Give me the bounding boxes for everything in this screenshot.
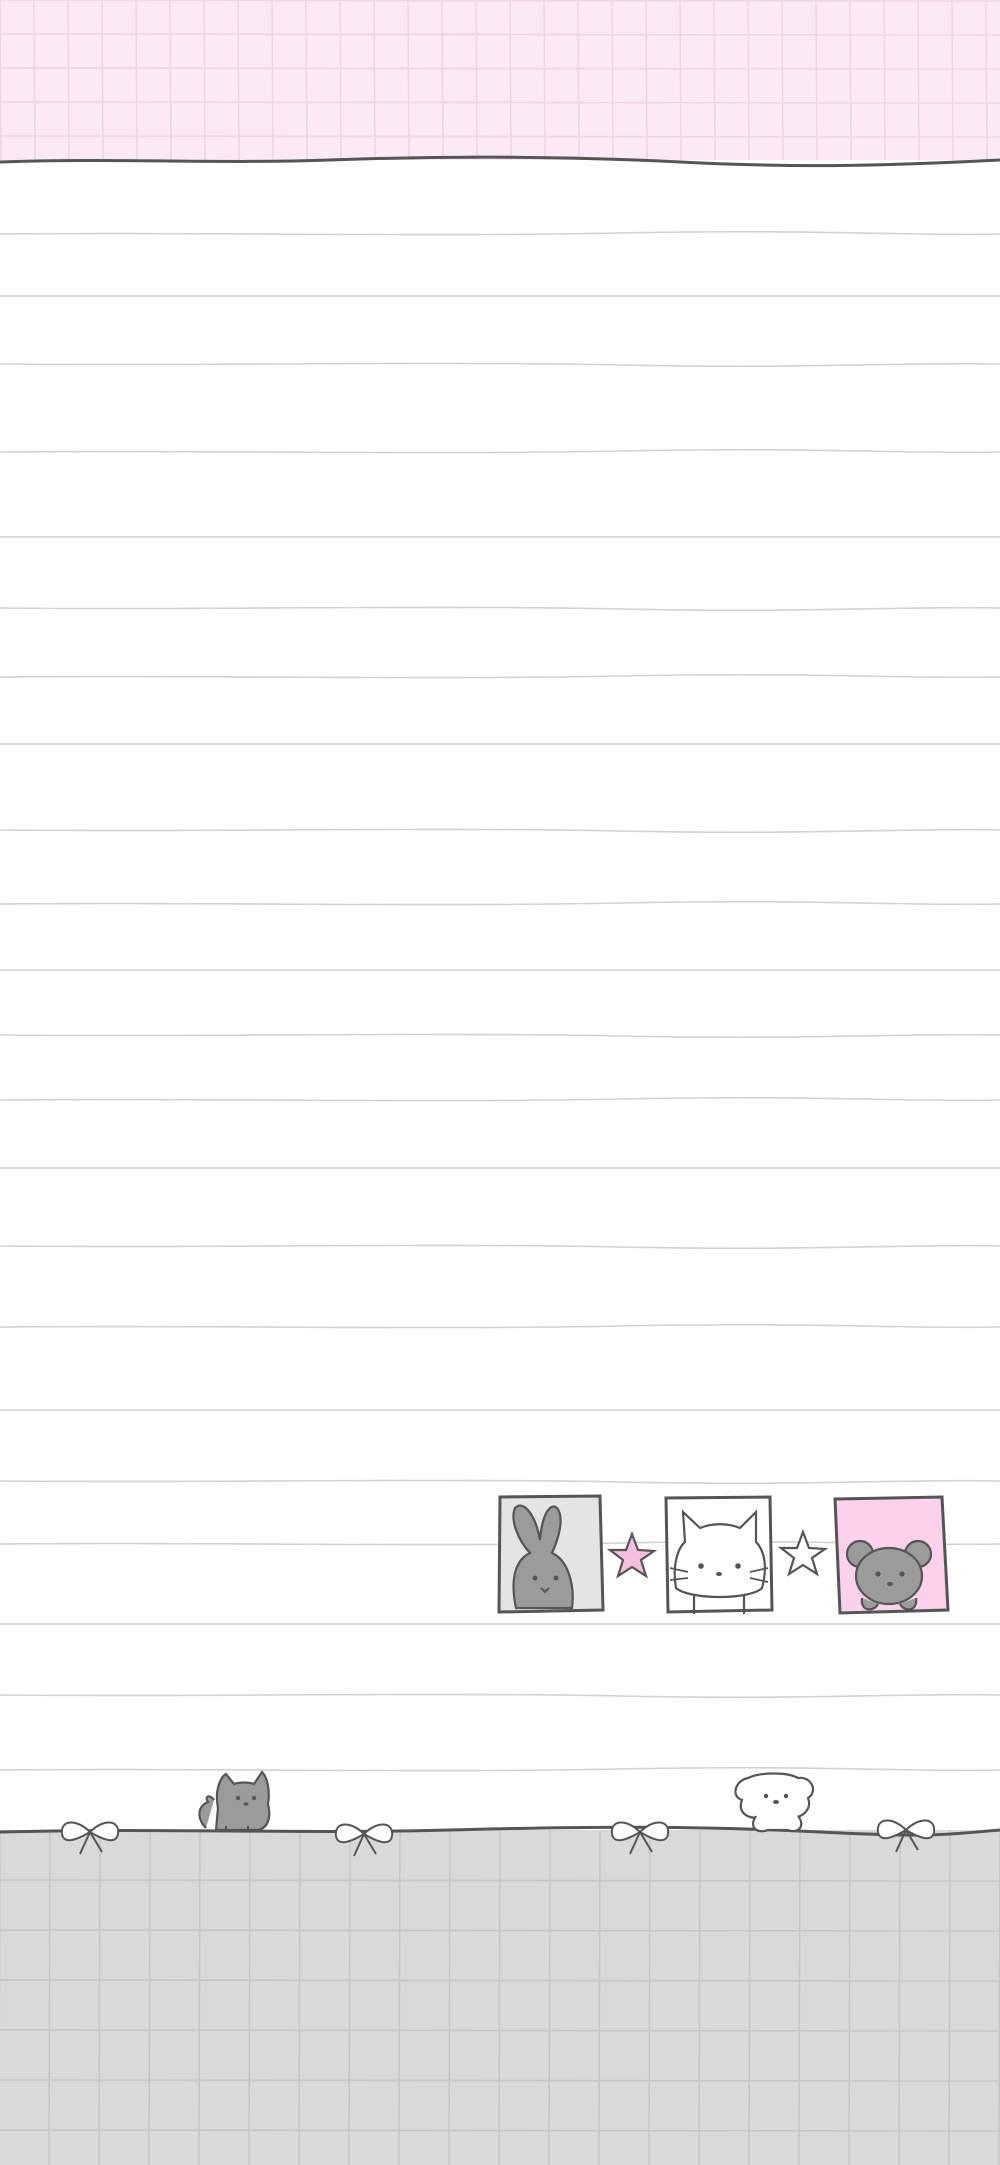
- bear-frame: [833, 1495, 950, 1615]
- white-star-icon: [777, 1528, 829, 1577]
- ruled-line: [0, 1766, 1000, 1772]
- pink-grid-line: [985, 0, 988, 161]
- puppy-icon: [734, 1772, 815, 1833]
- ruled-line: [0, 1096, 1000, 1102]
- ruled-line: [0, 230, 1000, 236]
- pink-star-icon: [606, 1530, 658, 1579]
- pink-grid-line: [781, 0, 784, 161]
- pink-grid-line: [849, 0, 852, 161]
- bunny-frame: [497, 1494, 605, 1614]
- pink-grid-line: [815, 0, 818, 161]
- ruled-line: [0, 900, 1000, 906]
- ruled-line: [0, 1033, 1000, 1039]
- ruled-line: [0, 1693, 1000, 1699]
- pink-grid-line: [917, 0, 920, 161]
- pink-grid-line: [713, 0, 716, 161]
- bottom-gray-grid-band: [0, 1829, 1000, 2165]
- ruled-line: [0, 606, 1000, 612]
- wallpaper: [0, 0, 1000, 2165]
- cat-frame: [664, 1495, 774, 1614]
- ruled-line: [0, 362, 1000, 368]
- pink-grid-line: [951, 0, 954, 161]
- ruled-line: [0, 1244, 1000, 1250]
- pink-grid-line: [883, 0, 886, 161]
- ruled-line: [0, 1323, 1000, 1329]
- ruled-line: [0, 828, 1000, 834]
- top-pink-grid-band: [0, 0, 1000, 161]
- wallpaper-canvas: [0, 0, 1000, 2165]
- ruled-line: [0, 448, 1000, 454]
- sitting-cat-icon: [198, 1770, 271, 1832]
- pink-grid-line: [0, 0, 1000, 2]
- pink-grid-line: [0, 33, 1000, 36]
- pink-grid-line: [747, 0, 750, 161]
- ruled-line: [0, 1479, 1000, 1485]
- ruled-line: [0, 673, 1000, 679]
